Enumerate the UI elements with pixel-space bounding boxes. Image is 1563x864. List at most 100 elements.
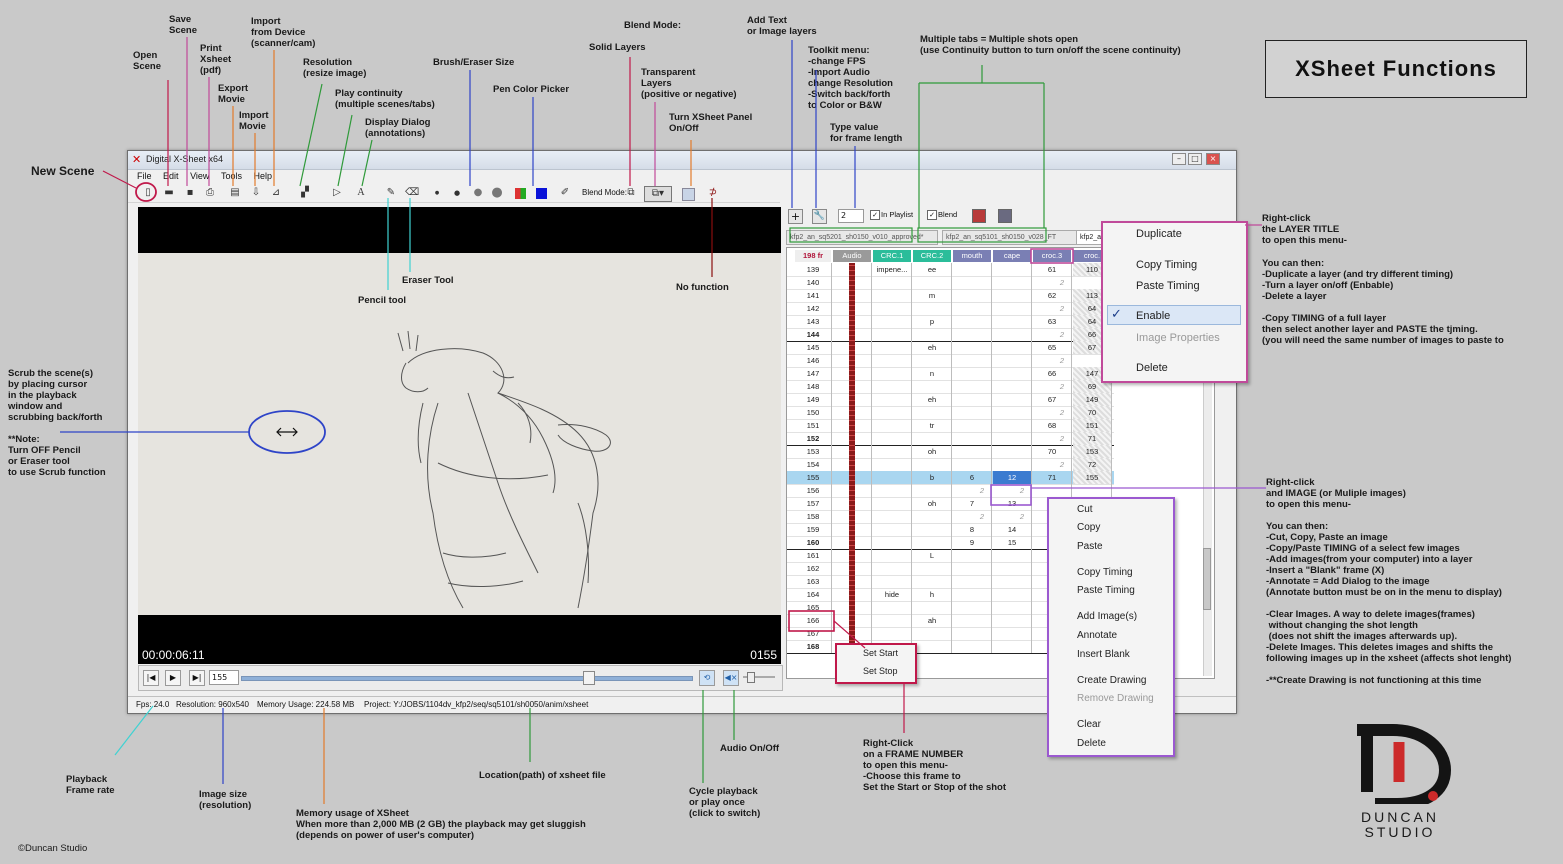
image-cell-crc2[interactable]: b — [913, 471, 951, 484]
tab-shot-2[interactable]: kfp2_an_sq5101_sh0150_v028_FT — [942, 230, 1088, 245]
blank-marker[interactable]: 2 — [973, 484, 991, 497]
frame-number-cell[interactable]: 160 — [795, 536, 831, 549]
menu-copy-timing[interactable]: Copy Timing — [1136, 259, 1197, 271]
menu-cut[interactable]: Cut — [1077, 504, 1093, 515]
frame-number-cell[interactable]: 140 — [795, 276, 831, 289]
menu-insert-blank[interactable]: Insert Blank — [1077, 649, 1130, 660]
frame-number-cell[interactable]: 158 — [795, 510, 831, 523]
in-playlist-checkbox[interactable]: ✓ — [870, 210, 880, 220]
volume-handle[interactable] — [747, 672, 755, 683]
frame-number-cell[interactable]: 152 — [795, 432, 831, 445]
blank-marker[interactable]: 2 — [1053, 302, 1071, 315]
menu-set-stop[interactable]: Set Stop — [863, 666, 898, 676]
frame-number-cell[interactable]: 151 — [795, 419, 831, 432]
layer-header-audio[interactable]: Audio — [833, 250, 871, 262]
tab-shot-1[interactable]: kfp2_an_sq5201_sh0150_v010_approved* — [786, 230, 938, 245]
brush-size-medium-icon[interactable]: ● — [450, 186, 464, 200]
frame-number-cell[interactable]: 163 — [795, 575, 831, 588]
frame-number-cell[interactable]: 139 — [795, 263, 831, 276]
layer-header-crc2[interactable]: CRC.2 — [913, 250, 951, 262]
transparent-layers-dropdown[interactable]: ⧉▾ — [644, 186, 672, 202]
menu-paste-timing-images[interactable]: Paste Timing — [1077, 585, 1135, 596]
toolkit-icon[interactable]: 🔧 — [812, 209, 827, 224]
menu-view[interactable]: View — [190, 171, 209, 181]
blank-marker[interactable]: 2 — [1053, 458, 1071, 471]
image-cell-croc3[interactable]: 62 — [1033, 289, 1071, 302]
image-cell-croc4[interactable]: 155 — [1073, 471, 1111, 484]
blend-color-swatch[interactable] — [972, 209, 986, 223]
frame-number-cell[interactable]: 150 — [795, 406, 831, 419]
image-cell-mouth[interactable]: 9 — [953, 536, 991, 549]
blank-marker[interactable]: 2 — [973, 510, 991, 523]
blank-marker[interactable]: 2 — [1053, 328, 1071, 341]
frame-number-cell[interactable]: 144 — [795, 328, 831, 341]
image-cell-crc2[interactable]: n — [913, 367, 951, 380]
image-cell-croc4[interactable]: 70 — [1073, 406, 1111, 419]
resolution-icon[interactable]: ▞ — [298, 186, 312, 200]
frame-number-cell[interactable]: 162 — [795, 562, 831, 575]
image-cell-crc2[interactable]: oh — [913, 497, 951, 510]
blank-marker[interactable]: 2 — [1053, 354, 1071, 367]
frame-number-cell[interactable]: 141 — [795, 289, 831, 302]
menu-clear[interactable]: Clear — [1077, 719, 1101, 730]
layer-header-crc1[interactable]: CRC.1 — [873, 250, 911, 262]
import-movie-icon[interactable]: ⇩ — [249, 186, 263, 200]
display-dialog-icon[interactable]: A — [354, 186, 368, 200]
image-cell-crc2[interactable]: h — [913, 588, 951, 601]
blank-marker[interactable]: 2 — [1053, 380, 1071, 393]
frame-number-cell[interactable]: 159 — [795, 523, 831, 536]
menu-annotate[interactable]: Annotate — [1077, 630, 1117, 641]
previous-frame-icon[interactable]: |◀ — [143, 670, 159, 686]
frame-number-cell[interactable]: 148 — [795, 380, 831, 393]
image-cell-croc4[interactable]: 149 — [1073, 393, 1111, 406]
image-cell-croc3[interactable]: 71 — [1033, 471, 1071, 484]
menu-copy-timing-images[interactable]: Copy Timing — [1077, 567, 1133, 578]
menu-paste[interactable]: Paste — [1077, 541, 1103, 552]
blend-color-swatch-2[interactable] — [998, 209, 1012, 223]
image-cell-crc2[interactable]: p — [913, 315, 951, 328]
import-device-icon[interactable]: ⊿ — [269, 186, 283, 200]
frame-number-cell[interactable]: 147 — [795, 367, 831, 380]
image-cell-crc2[interactable]: tr — [913, 419, 951, 432]
image-cell-crc2[interactable]: ah — [913, 614, 951, 627]
frame-number-cell[interactable]: 143 — [795, 315, 831, 328]
image-cell-croc3[interactable]: 61 — [1033, 263, 1071, 276]
image-cell-croc3[interactable]: 63 — [1033, 315, 1071, 328]
print-xsheet-icon[interactable]: ⎙ — [203, 186, 217, 200]
image-cell-croc3[interactable]: 65 — [1033, 341, 1071, 354]
frame-input[interactable]: 155 — [209, 670, 239, 685]
next-frame-icon[interactable]: ▶| — [189, 670, 205, 686]
audio-toggle-icon[interactable]: ◀× — [723, 670, 739, 686]
menu-copy[interactable]: Copy — [1077, 522, 1100, 533]
image-cell-crc2[interactable]: ee — [913, 263, 951, 276]
blank-marker[interactable]: 2 — [1053, 432, 1071, 445]
frame-number-cell[interactable]: 168 — [795, 640, 831, 653]
image-cell-crc2[interactable]: eh — [913, 393, 951, 406]
export-movie-icon[interactable]: ▤ — [228, 186, 242, 200]
cycle-playback-icon[interactable]: ⟲ — [699, 670, 715, 686]
frame-number-cell[interactable]: 146 — [795, 354, 831, 367]
frame-number-cell[interactable]: 154 — [795, 458, 831, 471]
menu-file[interactable]: File — [137, 171, 152, 181]
menu-delete-image[interactable]: Delete — [1077, 738, 1106, 749]
image-cell-croc4[interactable]: 72 — [1073, 458, 1111, 471]
frame-number-cell[interactable]: 157 — [795, 497, 831, 510]
brush-size-small-icon[interactable]: ● — [430, 186, 444, 200]
blank-marker[interactable]: 2 — [1013, 484, 1031, 497]
layer-header-mouth[interactable]: mouth — [953, 250, 991, 262]
xsheet-scroll-thumb[interactable] — [1203, 548, 1211, 610]
color-mode-icon[interactable] — [515, 188, 526, 199]
frame-number-cell[interactable]: 164 — [795, 588, 831, 601]
brush-size-large-icon[interactable]: ● — [471, 186, 485, 200]
image-cell-croc3[interactable]: 70 — [1033, 445, 1071, 458]
menu-help[interactable]: Help — [253, 171, 272, 181]
menu-duplicate[interactable]: Duplicate — [1136, 228, 1182, 240]
image-cell-cape[interactable]: 13 — [993, 497, 1031, 510]
frame-number-cell[interactable]: 165 — [795, 601, 831, 614]
frame-number-cell[interactable]: 156 — [795, 484, 831, 497]
image-cell-mouth[interactable]: 7 — [953, 497, 991, 510]
image-cell-croc3[interactable]: 68 — [1033, 419, 1071, 432]
blank-marker[interactable]: 2 — [1053, 276, 1071, 289]
frame-number-cell[interactable]: 153 — [795, 445, 831, 458]
frame-length-input[interactable]: 2 — [838, 209, 864, 223]
